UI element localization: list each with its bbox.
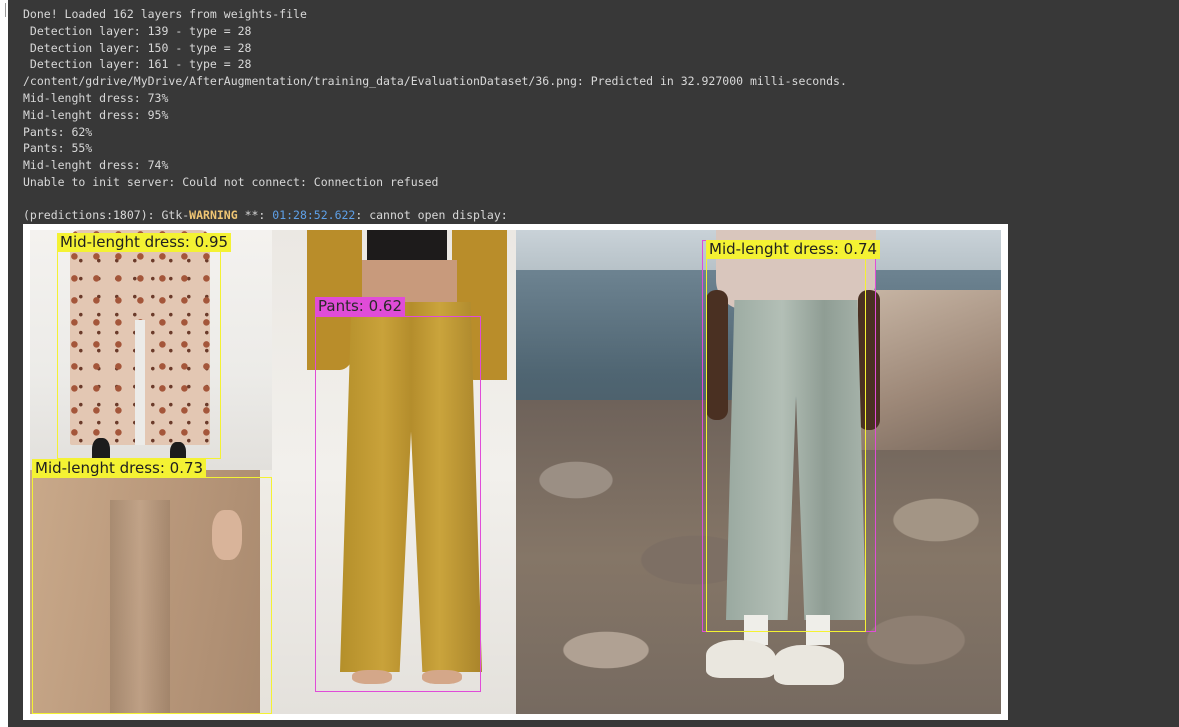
log-line: Unable to init server: Could not connect… xyxy=(23,174,439,189)
detection-box-pants-062 xyxy=(315,316,481,692)
detection-box-dress-074 xyxy=(706,246,866,632)
detection-label-dress-074: Mid-lenght dress: 0.74 xyxy=(706,240,881,259)
log-line: Detection layer: 139 - type = 28 xyxy=(23,23,252,38)
log-line: Detection layer: 150 - type = 28 xyxy=(23,40,252,55)
prediction-image: Mid-lenght dress: 0.95 Mid-lenght dress:… xyxy=(23,224,1008,720)
warning-keyword: WARNING xyxy=(189,208,238,222)
detection-label-dress-095: Mid-lenght dress: 0.95 xyxy=(57,233,232,252)
warning-timestamp: 01:28:52.622 xyxy=(272,208,356,222)
log-line: Mid-lenght dress: 73% xyxy=(23,90,169,105)
detection-box-dress-095 xyxy=(57,241,221,459)
log-line: Done! Loaded 162 layers from weights-fil… xyxy=(23,7,307,21)
left-gutter xyxy=(0,0,8,727)
detection-label-pants-062: Pants: 0.62 xyxy=(315,297,405,316)
detection-label-dress-073: Mid-lenght dress: 0.73 xyxy=(32,459,207,478)
log-line: Mid-lenght dress: 74% xyxy=(23,158,169,173)
log-output: Done! Loaded 162 layers from weights-fil… xyxy=(23,6,847,191)
cell-marker xyxy=(0,3,6,17)
detection-box-dress-073 xyxy=(32,477,272,714)
gtk-warning-line: (predictions:1807): Gtk-WARNING **: 01:2… xyxy=(23,208,508,222)
log-line: Pants: 62% xyxy=(23,124,93,139)
log-line: Pants: 55% xyxy=(23,141,93,156)
log-line: Detection layer: 161 - type = 28 xyxy=(23,57,252,72)
log-line: Mid-lenght dress: 95% xyxy=(23,107,169,122)
log-line: /content/gdrive/MyDrive/AfterAugmentatio… xyxy=(23,74,847,89)
